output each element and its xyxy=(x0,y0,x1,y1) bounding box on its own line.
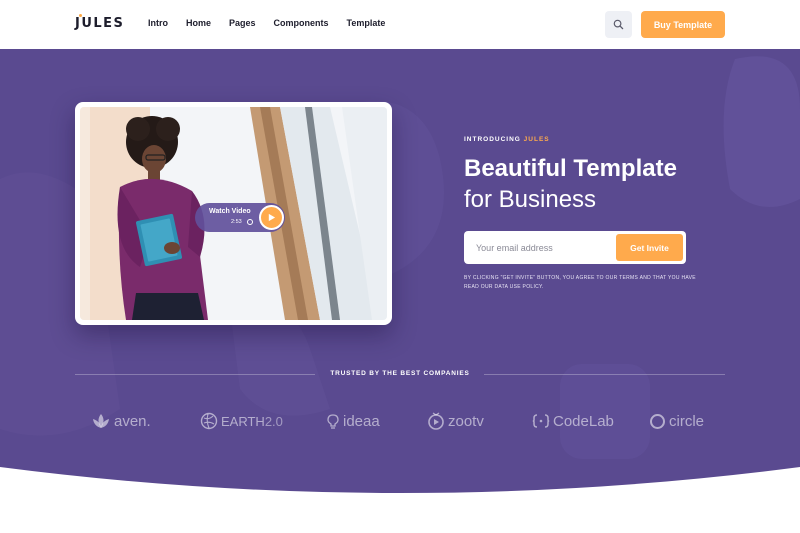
intro-tagline: INTRODUCING JULES xyxy=(464,136,550,143)
nav-item-template[interactable]: Template xyxy=(347,18,386,28)
divider-right xyxy=(484,374,725,375)
site-header: JULES Intro Home Pages Components Templa… xyxy=(0,0,800,49)
company-logo-ideaa[interactable]: ideaa xyxy=(326,410,380,432)
nav-item-intro[interactable]: Intro xyxy=(148,18,168,28)
company-name: CodeLab xyxy=(553,412,614,430)
company-name: ideaa xyxy=(343,412,380,430)
buy-template-button[interactable]: Buy Template xyxy=(641,11,725,38)
bulb-icon xyxy=(327,414,339,429)
tv-play-icon xyxy=(428,412,444,430)
play-button[interactable] xyxy=(259,205,284,230)
play-icon xyxy=(268,213,276,222)
ring-icon xyxy=(650,413,665,429)
nav-item-home[interactable]: Home xyxy=(186,18,211,28)
company-name: EARTH xyxy=(221,413,265,429)
search-icon xyxy=(613,19,624,30)
trusted-heading: TRUSTED BY THE BEST COMPANIES xyxy=(330,370,470,377)
main-nav: Intro Home Pages Components Template xyxy=(148,18,385,28)
watch-video-label: Watch Video xyxy=(209,208,251,215)
company-logo-earth[interactable]: EARTH 2.0 xyxy=(200,410,283,432)
intro-prefix: INTRODUCING xyxy=(464,136,521,143)
search-button[interactable] xyxy=(605,11,632,38)
company-name: zootv xyxy=(448,412,484,430)
nav-item-components[interactable]: Components xyxy=(274,18,329,28)
terms-disclaimer: BY CLICKING "GET INVITE" BUTTON, YOU AGR… xyxy=(464,275,696,290)
hero-section: Watch Video 2:53 INTRODUCING JULES Beaut… xyxy=(0,49,800,533)
company-name-suffix: 2.0 xyxy=(264,413,283,429)
lotus-icon xyxy=(93,414,109,428)
brand-logo[interactable]: JULES xyxy=(75,16,124,31)
divider-left xyxy=(75,374,315,375)
video-duration: 2:53 xyxy=(231,219,242,225)
hero-photo: Watch Video 2:53 xyxy=(80,107,387,320)
headline-line-2: for Business xyxy=(464,186,597,213)
get-invite-button[interactable]: Get Invite xyxy=(616,234,683,261)
company-logo-circle[interactable]: circle xyxy=(649,410,704,432)
video-card: Watch Video 2:53 xyxy=(75,102,392,325)
email-field[interactable] xyxy=(464,231,614,264)
hero-headline: Beautiful Template for Business xyxy=(464,153,784,215)
company-name: circle xyxy=(669,412,705,430)
headline-line-1: Beautiful Template xyxy=(464,155,677,182)
nav-item-pages[interactable]: Pages xyxy=(229,18,256,28)
company-name: aven. xyxy=(114,412,151,430)
watch-video-button[interactable]: Watch Video 2:53 xyxy=(195,203,285,232)
company-logo-aven[interactable]: aven. xyxy=(91,410,151,432)
clock-icon xyxy=(247,219,253,225)
company-logo-zootv[interactable]: zootv xyxy=(427,410,484,432)
globe-icon xyxy=(200,412,218,430)
invite-form: Get Invite xyxy=(464,231,686,264)
intro-brand: JULES xyxy=(523,136,550,143)
braces-icon xyxy=(532,414,550,428)
company-logo-codelab[interactable]: CodeLab xyxy=(532,410,614,432)
